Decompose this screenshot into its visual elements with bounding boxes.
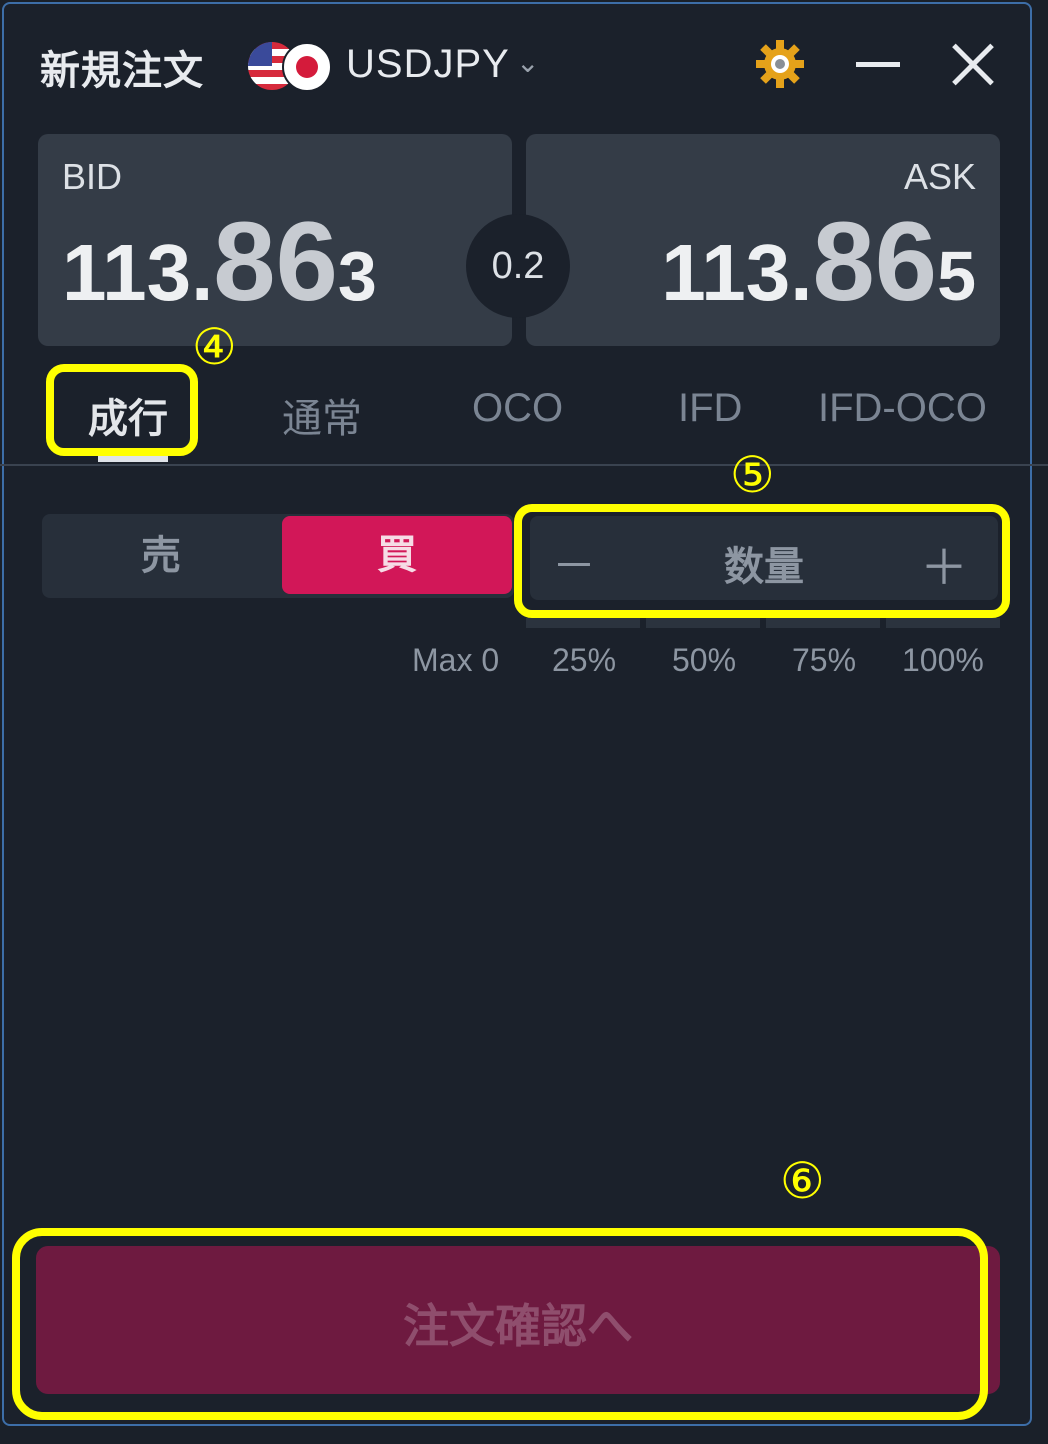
sell-button[interactable]: 売 <box>42 514 280 598</box>
percent-bar-75[interactable] <box>766 618 880 628</box>
annotation-marker-6: ⑥ <box>780 1152 825 1210</box>
tab-ifd[interactable]: IFD <box>678 386 742 431</box>
symbol-select[interactable]: USDJPY <box>346 42 510 87</box>
annotation-marker-5: ⑤ <box>730 446 775 504</box>
ask-price-panel[interactable]: ASK 113.865 <box>526 134 1000 346</box>
close-button[interactable] <box>944 38 1000 94</box>
highlight-quantity <box>514 504 1010 618</box>
highlight-confirm <box>12 1228 988 1420</box>
ask-price: 113.865 <box>661 199 976 324</box>
spread-badge: 0.2 <box>466 214 570 318</box>
percent-75-button[interactable]: 75% <box>792 642 856 679</box>
highlight-market-tab <box>46 364 198 456</box>
tab-oco[interactable]: OCO <box>472 386 563 431</box>
gear-icon[interactable] <box>752 36 808 92</box>
annotation-marker-4: ④ <box>192 318 237 376</box>
ask-label: ASK <box>903 156 976 197</box>
buy-button[interactable]: 買 <box>282 516 512 594</box>
percent-100-button[interactable]: 100% <box>902 642 984 679</box>
percent-25-button[interactable]: 25% <box>552 642 616 679</box>
tab-divider <box>0 464 1048 466</box>
currency-flags <box>246 40 336 92</box>
tab-limit[interactable]: 通常 <box>282 386 362 444</box>
percent-50-button[interactable]: 50% <box>672 642 736 679</box>
side-toggle: 売 買 <box>42 514 514 598</box>
bid-price-panel[interactable]: BID 113.863 <box>38 134 512 346</box>
percent-bar-50[interactable] <box>646 618 760 628</box>
percent-bar-25[interactable] <box>526 618 640 628</box>
max-quantity-label: Max 0 <box>412 642 500 678</box>
active-tab-indicator <box>98 456 168 462</box>
window-title: 新規注文 <box>40 48 204 94</box>
percent-bar-100[interactable] <box>886 618 1000 628</box>
jp-flag-icon <box>282 42 332 92</box>
bid-price: 113.863 <box>62 199 377 324</box>
minimize-button[interactable] <box>854 40 904 90</box>
tab-ifd-oco[interactable]: IFD-OCO <box>818 386 987 431</box>
chevron-down-icon[interactable]: ⌄ <box>516 46 539 79</box>
bid-label: BID <box>62 156 123 197</box>
